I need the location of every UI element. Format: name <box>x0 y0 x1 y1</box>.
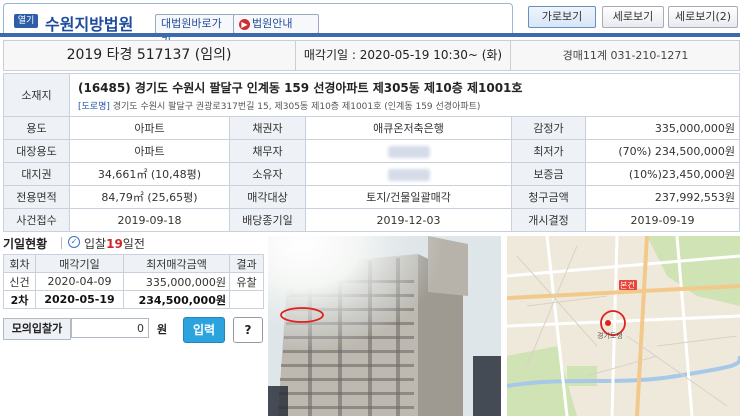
sale-target-label: 매각대상 <box>229 185 306 209</box>
claim-amount-label: 청구금액 <box>511 185 586 209</box>
building-photo[interactable] <box>268 236 501 416</box>
dday-number: 19 <box>106 237 123 251</box>
case-number: 2019 타경 517137 (임의) <box>66 47 232 63</box>
usage-value: 아파트 <box>69 116 230 140</box>
exclusive-area-value: 84,79㎡ (25,65평) <box>69 185 230 209</box>
creditor-label: 채권자 <box>229 116 306 140</box>
table-row: 신건 2020-04-09 335,000,000원 유찰 <box>3 272 264 291</box>
round: 신건 <box>3 272 36 291</box>
map-place-label: 경기도청 <box>597 331 623 340</box>
building-image <box>268 236 501 416</box>
property-table: 소재지 (16485) 경기도 수원시 팔달구 인계동 159 선경아파트 제3… <box>3 73 740 232</box>
owner-value <box>305 162 512 186</box>
view-horizontal-button[interactable]: 가로보기 <box>528 6 596 28</box>
case-received-value: 2019-09-18 <box>69 208 230 232</box>
schedule-table: 회차 매각기일 최저매각금액 결과 신건 2020-04-09 335,000,… <box>3 254 264 309</box>
department: 경매11계 031-210-1271 <box>510 41 740 70</box>
min-price-value: (70%) 234,500,000원 <box>584 139 740 163</box>
dday-text: 입찰19일전 <box>84 237 145 251</box>
min-price: 234,500,000원 <box>123 290 230 309</box>
dividend-deadline-value: 2019-12-03 <box>305 208 512 232</box>
debtor-label: 채무자 <box>229 139 306 163</box>
road-address-line: [도로명] 경기도 수원시 팔달구 권광로317번길 15, 제305동 제10… <box>78 99 735 112</box>
court-tab: 열기 수원지방법원 대법원바로가기 ▶법원안내 <box>3 3 513 48</box>
exclusive-area-label: 전용면적 <box>3 185 70 209</box>
commencement-label: 개시결정 <box>511 208 586 232</box>
location-label: 소재지 <box>3 73 70 117</box>
dividend-deadline-label: 배당종기일 <box>229 208 306 232</box>
redacted-name <box>387 168 430 181</box>
result: 유찰 <box>229 272 264 291</box>
deposit-label: 보증금 <box>511 162 586 186</box>
col-round: 회차 <box>3 254 36 273</box>
schedule-title: 기일현황 <box>3 237 48 251</box>
location-map[interactable]: 본건 경기도청 <box>507 236 740 416</box>
appraisal-label: 감정가 <box>511 116 586 140</box>
road-address: 경기도 수원시 팔달구 권광로317번길 15, 제305동 제10층 제100… <box>112 101 481 112</box>
address: (16485) 경기도 수원시 팔달구 인계동 159 선경아파트 제305동 … <box>78 80 523 95</box>
tab-divider <box>0 33 740 37</box>
commencement-value: 2019-09-19 <box>584 208 740 232</box>
submit-bid-button[interactable]: 입력 <box>183 317 225 343</box>
map-tag: 본건 <box>620 280 635 290</box>
top-bar: 열기 수원지방법원 대법원바로가기 ▶법원안내 가로보기 세로보기 세로보기(2… <box>0 0 740 48</box>
register-usage-label: 대장용도 <box>3 139 70 163</box>
date: 2020-04-09 <box>35 272 124 291</box>
sale-target-value: 토지/건물일괄매각 <box>305 185 512 209</box>
help-button[interactable]: ? <box>233 317 263 343</box>
result <box>229 290 264 309</box>
view-vertical2-button[interactable]: 세로보기(2) <box>668 6 738 28</box>
usage-label: 용도 <box>3 116 70 140</box>
col-min-price: 최저매각금액 <box>123 254 230 273</box>
land-right-label: 대지권 <box>3 162 70 186</box>
road-tag[interactable]: [도로명] <box>78 102 110 112</box>
court-info-label: 법원안내 <box>252 17 293 30</box>
claim-amount-value: 237,992,553원 <box>584 185 740 209</box>
sale-date: 매각기일 : 2020-05-19 10:30~ (화) <box>295 41 510 70</box>
col-result: 결과 <box>229 254 264 273</box>
date: 2020-05-19 <box>35 290 124 309</box>
check-icon: ✓ <box>68 236 80 248</box>
redacted-name <box>387 145 430 158</box>
owner-label: 소유자 <box>229 162 306 186</box>
case-summary: 2019 타경 517137 (임의) 매각기일 : 2020-05-19 10… <box>3 40 740 71</box>
supreme-court-link[interactable]: 대법원바로가기 <box>155 14 235 48</box>
min-price: 335,000,000원 <box>123 272 230 291</box>
view-vertical-button[interactable]: 세로보기 <box>602 6 664 28</box>
arrow-icon: ▶ <box>239 18 250 30</box>
court-name: 수원지방법원 <box>45 15 134 34</box>
appraisal-value: 335,000,000원 <box>584 116 740 140</box>
table-row: 2차 2020-05-19 234,500,000원 <box>3 290 264 309</box>
round: 2차 <box>3 290 36 309</box>
land-right-value: 34,661㎡ (10,48평) <box>69 162 230 186</box>
creditor-value: 애큐온저축은행 <box>305 116 512 140</box>
col-date: 매각기일 <box>35 254 124 273</box>
deposit-value: (10%)23,450,000원 <box>584 162 740 186</box>
open-badge[interactable]: 열기 <box>14 14 38 28</box>
divider <box>61 237 62 249</box>
register-usage-value: 아파트 <box>69 139 230 163</box>
min-price-label: 최저가 <box>511 139 586 163</box>
mock-bid-input[interactable]: 0 <box>71 318 149 338</box>
address-cell: (16485) 경기도 수원시 팔달구 인계동 159 선경아파트 제305동 … <box>68 73 740 117</box>
map-image: 본건 경기도청 <box>507 236 740 416</box>
case-received-label: 사건접수 <box>3 208 70 232</box>
mock-bid-label: 모의입찰가 <box>3 318 71 340</box>
debtor-value <box>305 139 512 163</box>
won-unit: 원 <box>157 323 168 336</box>
court-info-link[interactable]: ▶ 법원안내 <box>233 14 319 34</box>
